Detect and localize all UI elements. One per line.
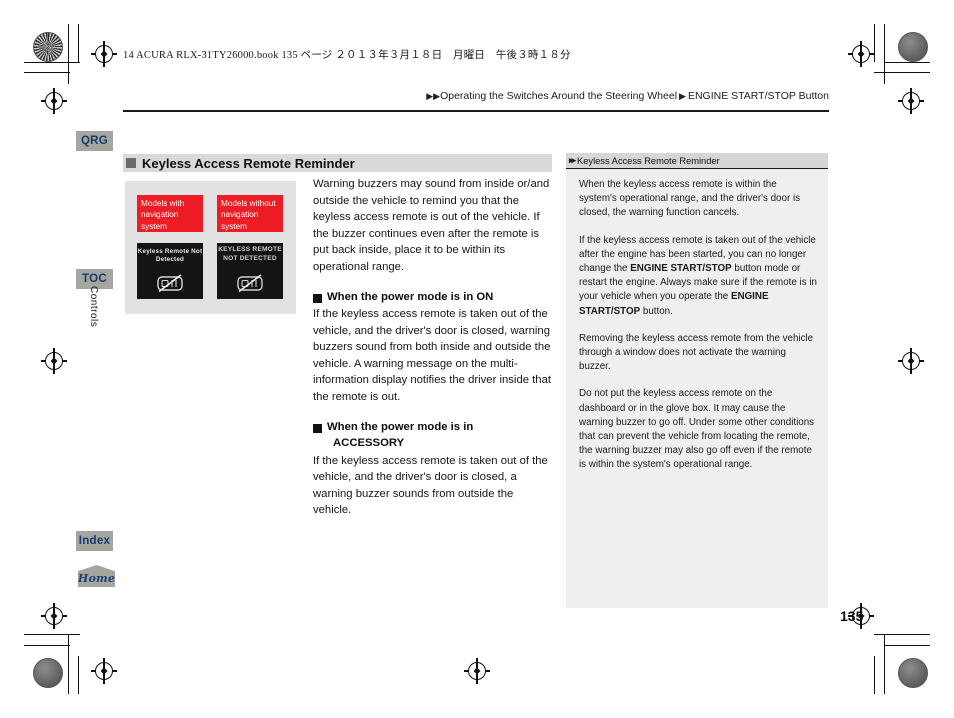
registration-rosette-top-left (33, 32, 63, 62)
subsection-heading-line2: ACCESSORY (333, 437, 405, 450)
double-chevron-right-icon: ▸▸ (569, 155, 576, 165)
info-sidebar-panel: ▸▸ Keyless Access Remote Reminder When t… (566, 153, 828, 608)
registration-cross-top-right-b (898, 88, 924, 114)
display-message-with-nav: Keyless Remote Not Detected (137, 248, 203, 264)
subsection-power-mode-on: When the power mode is in ON If the keyl… (313, 290, 553, 406)
registration-cross-bottom-left-a (41, 603, 67, 629)
key-fob-not-detected-icon (237, 274, 263, 293)
registration-rosette-bottom-right (898, 658, 928, 688)
header-divider (123, 110, 829, 112)
display-message-without-nav: KEYLESS REMOTE NOT DETECTED (218, 246, 282, 262)
subsection-heading: When the power mode is in (313, 420, 553, 436)
figure-caption-without-nav: Models without navigation system (217, 195, 283, 232)
registration-cross-top-right-a (848, 41, 874, 67)
breadcrumb-arrow-single-icon: ▶ (679, 90, 686, 101)
subsection-heading-line2-wrap: ACCESSORY (313, 436, 553, 452)
section-title-bar: Keyless Access Remote Reminder (123, 154, 552, 172)
info-panel-title: Keyless Access Remote Reminder (577, 155, 720, 166)
registration-cross-right-middle (898, 348, 924, 374)
subsection-text: If the keyless access remote is taken ou… (313, 454, 548, 517)
subsection-heading: When the power mode is in ON (313, 290, 553, 306)
breadcrumb-arrow-double-icon: ▶▶ (426, 90, 441, 101)
subsection-heading-text: When the power mode is in ON (327, 290, 494, 303)
sidebar-tab-index[interactable]: Index (76, 531, 113, 551)
registration-cross-top-left-a (91, 41, 117, 67)
page-root: 14 ACURA RLX-31TY26000.book 135 ページ ２０１３… (0, 0, 954, 718)
registration-rosette-bottom-left (33, 658, 63, 688)
main-body-column: Warning buzzers may sound from inside or… (313, 176, 553, 533)
chapter-label-controls: Controls (88, 286, 99, 328)
subsection-text: If the keyless access remote is taken ou… (313, 308, 551, 404)
registration-cross-bottom-center (464, 658, 490, 684)
key-fob-not-detected-icon (157, 274, 183, 293)
info-paragraph-4: Do not put the keyless access remote on … (579, 388, 815, 471)
info-panel-header: ▸▸ Keyless Access Remote Reminder (566, 153, 828, 169)
info-paragraph-2: If the keyless access remote is taken ou… (579, 234, 817, 319)
page-number: 135 (840, 608, 864, 624)
sidebar-tab-qrg[interactable]: QRG (76, 131, 113, 151)
subsection-heading-text: When the power mode is in (327, 420, 474, 433)
info-panel-body: When the keyless access remote is within… (566, 169, 828, 473)
print-job-header: 14 ACURA RLX-31TY26000.book 135 ページ ２０１３… (123, 50, 571, 61)
figure-panel: Models with navigation system Models wit… (125, 181, 296, 314)
info-p2-bold-1: ENGINE START/STOP (630, 263, 732, 275)
breadcrumb-item-current[interactable]: ENGINE START/STOP Button (688, 90, 829, 102)
breadcrumb: ▶▶ Operating the Switches Around the Ste… (426, 90, 829, 102)
section-marker-icon (126, 158, 136, 168)
registration-cross-bottom-left-b (91, 658, 117, 684)
registration-rosette-top-right (898, 32, 928, 62)
figure-caption-with-nav: Models with navigation system (137, 195, 203, 232)
intro-paragraph: Warning buzzers may sound from inside or… (313, 178, 550, 273)
info-p2-suffix-2: button. (640, 305, 673, 317)
breadcrumb-item-section[interactable]: Operating the Switches Around the Steeri… (440, 90, 677, 102)
info-paragraph-3: Removing the keyless access remote from … (579, 332, 814, 373)
display-screenshot-with-nav: Keyless Remote Not Detected (137, 243, 203, 299)
bullet-square-icon (313, 423, 322, 433)
registration-cross-bottom-right-b (41, 348, 67, 374)
registration-cross-top-left-b (41, 88, 67, 114)
subsection-power-mode-accessory: When the power mode is in ACCESSORY If t… (313, 420, 553, 519)
sidebar-tab-home-label: Home (77, 571, 116, 585)
sidebar-tab-home[interactable]: Home (78, 565, 115, 587)
bullet-square-icon (313, 293, 322, 303)
info-paragraph-1: When the keyless access remote is within… (579, 179, 801, 219)
display-screenshot-without-nav: KEYLESS REMOTE NOT DETECTED (217, 243, 283, 299)
page-title: Keyless Access Remote Reminder (142, 155, 355, 171)
